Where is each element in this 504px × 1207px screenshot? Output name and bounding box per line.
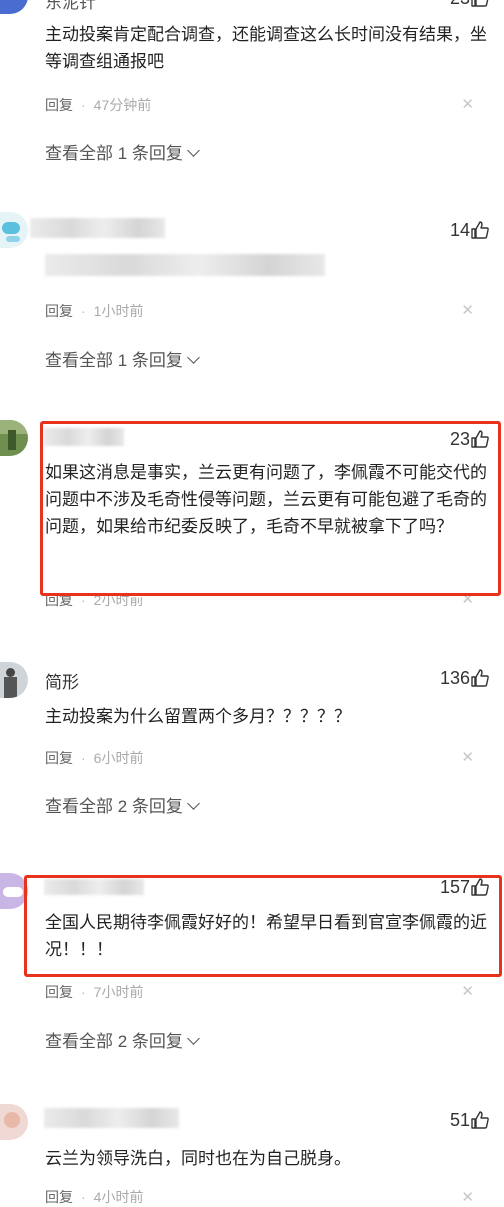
username-blurred: [30, 218, 165, 238]
timestamp: 7小时前: [93, 984, 144, 1000]
user-avatar[interactable]: [0, 662, 28, 698]
thumbs-up-icon[interactable]: [470, 220, 490, 240]
view-all-replies-link[interactable]: 查看全部 2 条回复: [45, 1027, 200, 1052]
comment-meta: 回复 · 6小时前: [45, 750, 144, 766]
comment-meta: 回复 · 47分钟前: [45, 97, 152, 113]
like-count: 23: [450, 0, 470, 9]
user-avatar[interactable]: [0, 1104, 28, 1140]
highlight-box: [24, 875, 502, 977]
comment-meta: 回复 · 7小时前: [45, 984, 144, 1000]
user-avatar[interactable]: [0, 212, 28, 248]
like-count: 51: [449, 1110, 470, 1130]
close-icon[interactable]: ✕: [461, 748, 474, 766]
highlight-box: [40, 421, 501, 596]
comment-text: 主动投案肯定配合调查，还能调查这么长时间没有结果，坐等调查组通报吧: [45, 25, 487, 71]
chevron-down-icon: [187, 144, 200, 157]
like-count: 136: [439, 668, 470, 688]
chevron-down-icon: [187, 351, 200, 364]
thumbs-up-icon[interactable]: [470, 0, 490, 8]
comment-text: 云兰为领导洗白，同时也在为自己脱身。: [45, 1149, 351, 1168]
close-icon[interactable]: ✕: [461, 95, 474, 113]
comment-text-blurred: [45, 254, 325, 276]
comment-meta: 回复 · 4小时前: [45, 1189, 144, 1205]
comment-text: 主动投案为什么留置两个多月？？？？？: [45, 707, 351, 726]
user-avatar[interactable]: [0, 420, 28, 456]
thumbs-up-icon[interactable]: [470, 1110, 490, 1130]
chevron-down-icon: [187, 797, 200, 810]
timestamp: 1小时前: [93, 303, 144, 319]
reply-button[interactable]: 回复: [45, 303, 73, 319]
user-avatar[interactable]: [0, 0, 28, 14]
view-all-replies-link[interactable]: 查看全部 1 条回复: [45, 346, 200, 371]
comment-meta: 回复 · 1小时前: [45, 303, 144, 319]
reply-button[interactable]: 回复: [45, 750, 73, 766]
view-all-replies-link[interactable]: 查看全部 2 条回复: [45, 792, 200, 817]
username[interactable]: 东泥针: [45, 0, 96, 13]
close-icon[interactable]: ✕: [461, 1188, 474, 1206]
timestamp: 6小时前: [93, 750, 144, 766]
close-icon[interactable]: ✕: [461, 301, 474, 319]
chevron-down-icon: [187, 1032, 200, 1045]
username[interactable]: 简形: [45, 668, 79, 693]
like-count: 14: [449, 220, 470, 240]
thumbs-up-icon[interactable]: [470, 668, 490, 688]
close-icon[interactable]: ✕: [461, 982, 474, 1000]
timestamp: 47分钟前: [93, 97, 152, 113]
view-all-replies-link[interactable]: 查看全部 1 条回复: [45, 139, 200, 164]
reply-button[interactable]: 回复: [45, 97, 73, 113]
reply-button[interactable]: 回复: [45, 984, 73, 1000]
username-blurred: [44, 1108, 179, 1128]
